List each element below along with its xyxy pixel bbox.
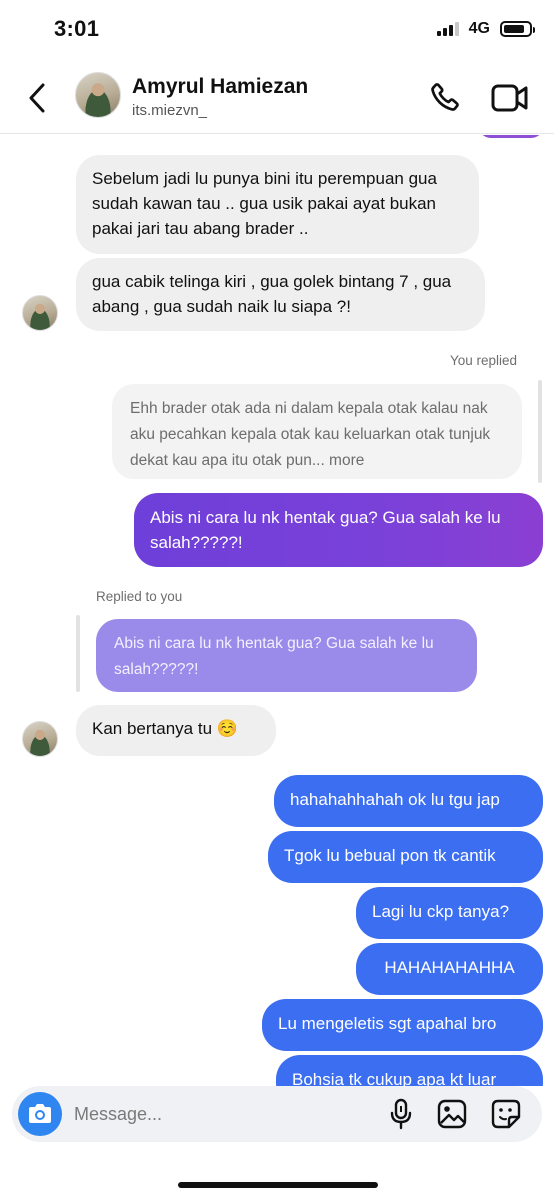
status-time: 3:01 bbox=[54, 16, 100, 41]
message-input[interactable] bbox=[74, 1098, 374, 1130]
contact-username[interactable]: its.miezvn_ bbox=[132, 102, 207, 119]
camera-button[interactable] bbox=[18, 1092, 62, 1136]
reply-quote-bar bbox=[76, 615, 80, 692]
network-type: 4G bbox=[468, 20, 490, 37]
home-indicator[interactable] bbox=[178, 1182, 378, 1188]
sticker-button[interactable] bbox=[490, 1098, 522, 1130]
reply-quote-bar bbox=[538, 380, 542, 483]
replied-to-you-label: Replied to you bbox=[96, 589, 183, 604]
gallery-button[interactable] bbox=[436, 1098, 468, 1130]
phone-icon bbox=[431, 83, 459, 111]
chevron-left-icon bbox=[29, 83, 45, 113]
avatar[interactable] bbox=[22, 295, 58, 331]
back-button[interactable] bbox=[22, 80, 52, 116]
outgoing-message[interactable]: Bohsia tk cukup apa kt luar bbox=[276, 1055, 543, 1086]
outgoing-message[interactable]: hahahahhahah ok lu tgu jap bbox=[274, 775, 543, 827]
video-camera-icon bbox=[491, 84, 528, 112]
outgoing-message[interactable]: Abis ni cara lu nk hentak gua? Gua salah… bbox=[134, 493, 543, 567]
status-bar: 3:01 4G bbox=[0, 0, 554, 60]
outgoing-message[interactable]: Lagi lu ckp tanya? bbox=[356, 887, 543, 939]
avatar[interactable] bbox=[75, 72, 121, 118]
sticker-icon bbox=[491, 1099, 521, 1129]
camera-icon bbox=[29, 1104, 51, 1123]
you-replied-label: You replied bbox=[450, 353, 518, 368]
status-indicators: 4G bbox=[436, 20, 535, 38]
microphone-icon bbox=[390, 1098, 412, 1130]
outgoing-bubble-partial bbox=[478, 135, 544, 138]
image-icon bbox=[437, 1099, 467, 1129]
contact-name[interactable]: Amyrul Hamiezan bbox=[132, 75, 308, 99]
incoming-message[interactable]: Kan bertanya tu ☺️ bbox=[76, 705, 276, 756]
message-thread[interactable]: Sebelum jadi lu punya bini itu perempuan… bbox=[0, 135, 554, 1086]
quoted-message[interactable]: Ehh brader otak ada ni dalam kepala otak… bbox=[112, 384, 522, 479]
quoted-message[interactable]: Abis ni cara lu nk hentak gua? Gua salah… bbox=[96, 619, 477, 692]
voice-message-button[interactable] bbox=[386, 1098, 416, 1130]
signal-icon bbox=[436, 22, 459, 36]
chat-header: Amyrul Hamiezan its.miezvn_ bbox=[0, 60, 554, 134]
outgoing-message[interactable]: Lu mengeletis sgt apahal bro bbox=[262, 999, 543, 1051]
outgoing-message[interactable]: HAHAHAHAHHA bbox=[356, 943, 543, 995]
outgoing-message[interactable]: Tgok lu bebual pon tk cantik bbox=[268, 831, 543, 883]
message-composer bbox=[12, 1086, 542, 1142]
incoming-message[interactable]: gua cabik telinga kiri , gua golek binta… bbox=[76, 258, 485, 331]
battery-icon bbox=[500, 21, 535, 37]
video-call-button[interactable] bbox=[490, 80, 530, 116]
avatar[interactable] bbox=[22, 721, 58, 757]
call-button[interactable] bbox=[426, 80, 462, 116]
incoming-message[interactable]: Sebelum jadi lu punya bini itu perempuan… bbox=[76, 155, 479, 254]
